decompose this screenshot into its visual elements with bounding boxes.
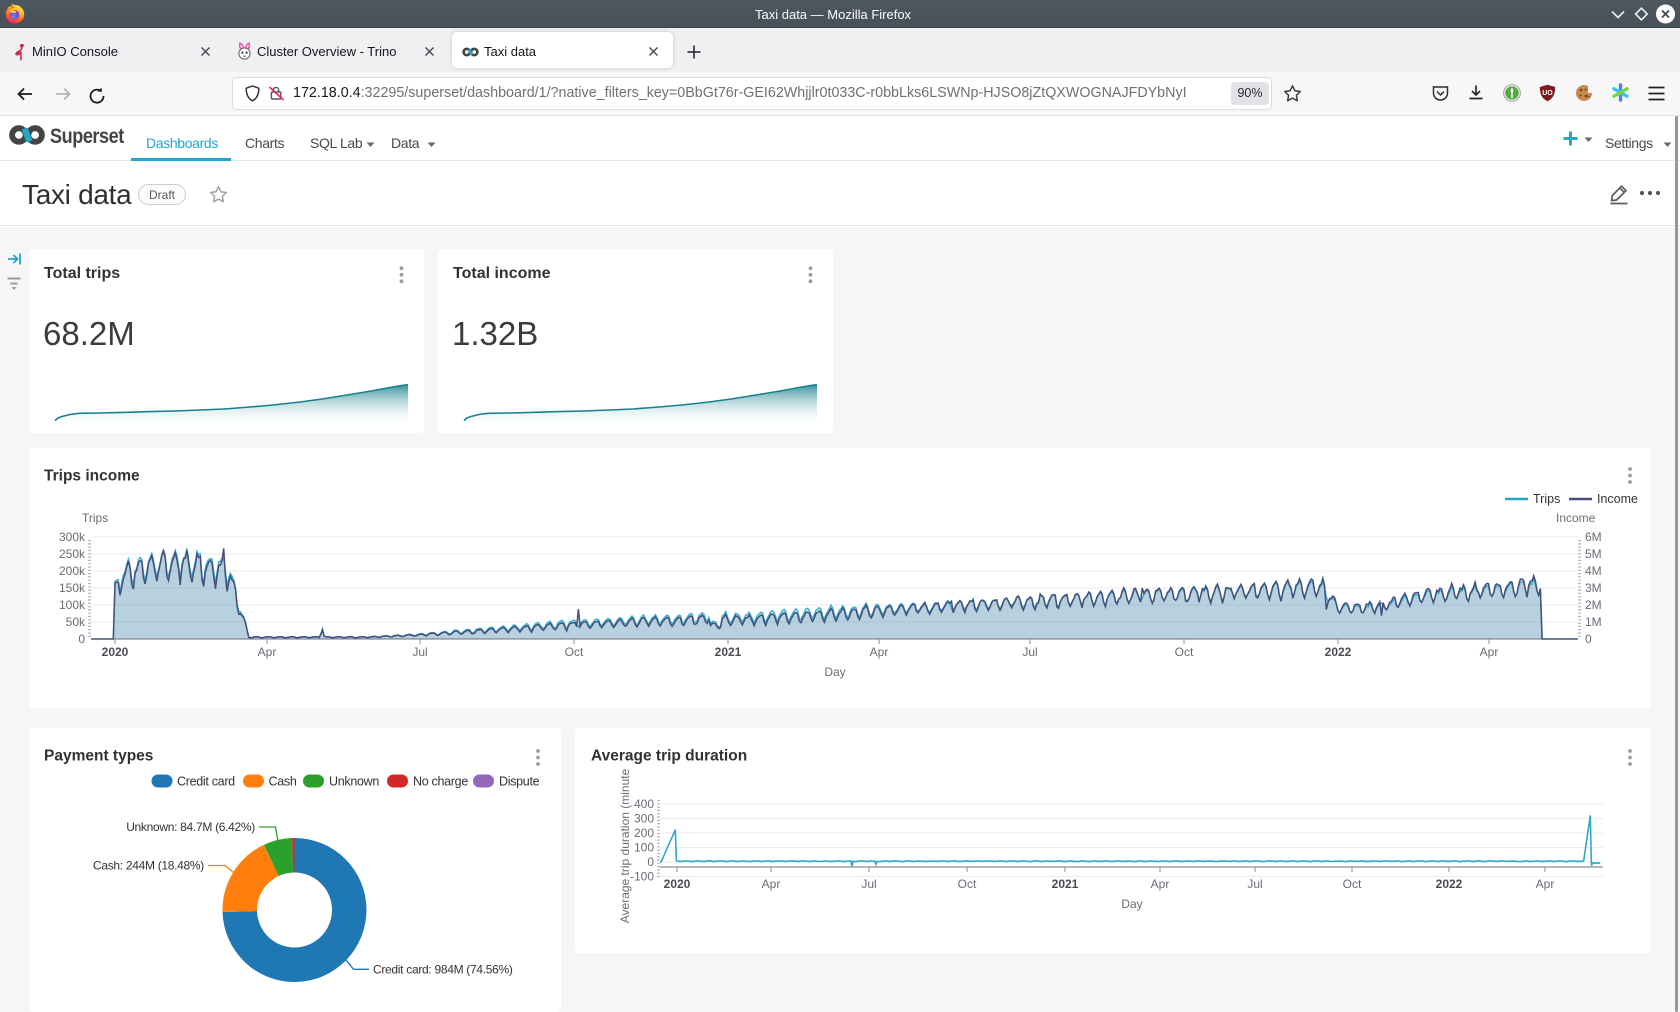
svg-text:0: 0 <box>78 632 85 646</box>
svg-text:Dispute: Dispute <box>499 775 540 789</box>
svg-text:2021: 2021 <box>1052 877 1079 891</box>
svg-text:200: 200 <box>634 826 654 840</box>
svg-text:Income: Income <box>1597 492 1638 506</box>
svg-text:1M: 1M <box>1585 615 1602 629</box>
svg-text:Trips: Trips <box>82 511 108 525</box>
svg-text:Average trip duration (minute: Average trip duration (minute <box>618 768 632 923</box>
svg-text:Apr: Apr <box>870 645 889 659</box>
svg-text:Unknown: Unknown <box>329 775 379 789</box>
svg-text:Apr: Apr <box>258 645 277 659</box>
svg-text:Credit card: Credit card <box>177 775 235 789</box>
svg-text:Oct: Oct <box>958 877 977 891</box>
svg-text:Day: Day <box>1121 897 1142 911</box>
svg-text:5M: 5M <box>1585 547 1602 561</box>
svg-text:2020: 2020 <box>664 877 691 891</box>
svg-text:250k: 250k <box>59 547 86 561</box>
svg-text:Cash: 244M (18.48%): Cash: 244M (18.48%) <box>93 859 204 873</box>
svg-text:50k: 50k <box>66 615 86 629</box>
svg-text:100k: 100k <box>59 598 86 612</box>
svg-text:Jul: Jul <box>861 877 876 891</box>
svg-text:Trips income: Trips income <box>44 468 140 485</box>
svg-text:3M: 3M <box>1585 581 1602 595</box>
svg-text:4M: 4M <box>1585 564 1602 578</box>
svg-text:2022: 2022 <box>1436 877 1463 891</box>
svg-text:Jul: Jul <box>1247 877 1262 891</box>
svg-text:2021: 2021 <box>715 645 742 659</box>
svg-text:Day: Day <box>824 665 845 679</box>
svg-text:UO: UO <box>1542 90 1553 97</box>
svg-text:Credit card: 984M (74.56%): Credit card: 984M (74.56%) <box>373 962 513 976</box>
svg-text:No charge: No charge <box>413 775 468 789</box>
svg-text:Average trip duration: Average trip duration <box>591 748 747 765</box>
svg-text:0: 0 <box>647 855 654 869</box>
svg-text:Apr: Apr <box>1536 877 1555 891</box>
svg-text:Oct: Oct <box>1343 877 1362 891</box>
svg-text:-100: -100 <box>630 870 654 884</box>
svg-text:Oct: Oct <box>565 645 584 659</box>
svg-text:Apr: Apr <box>1151 877 1170 891</box>
svg-text:Trips: Trips <box>1533 492 1560 506</box>
svg-text:6M: 6M <box>1585 530 1602 544</box>
svg-text:Jul: Jul <box>1022 645 1037 659</box>
svg-text:2020: 2020 <box>102 645 129 659</box>
svg-text:Income: Income <box>1556 511 1596 525</box>
svg-text:Apr: Apr <box>1480 645 1499 659</box>
svg-text:300k: 300k <box>59 530 86 544</box>
svg-text:Jul: Jul <box>412 645 427 659</box>
svg-text:200k: 200k <box>59 564 86 578</box>
svg-text:Payment types: Payment types <box>44 748 153 765</box>
svg-text:Cash: Cash <box>269 775 297 789</box>
svg-text:0: 0 <box>1585 632 1592 646</box>
svg-text:400: 400 <box>634 797 654 811</box>
svg-text:150k: 150k <box>59 581 86 595</box>
svg-text:100: 100 <box>634 841 654 855</box>
svg-text:300: 300 <box>634 812 654 826</box>
svg-text:Apr: Apr <box>762 877 781 891</box>
svg-text:Unknown: 84.7M (6.42%): Unknown: 84.7M (6.42%) <box>126 820 255 834</box>
svg-text:2022: 2022 <box>1325 645 1352 659</box>
svg-text:2M: 2M <box>1585 598 1602 612</box>
svg-text:Oct: Oct <box>1175 645 1194 659</box>
